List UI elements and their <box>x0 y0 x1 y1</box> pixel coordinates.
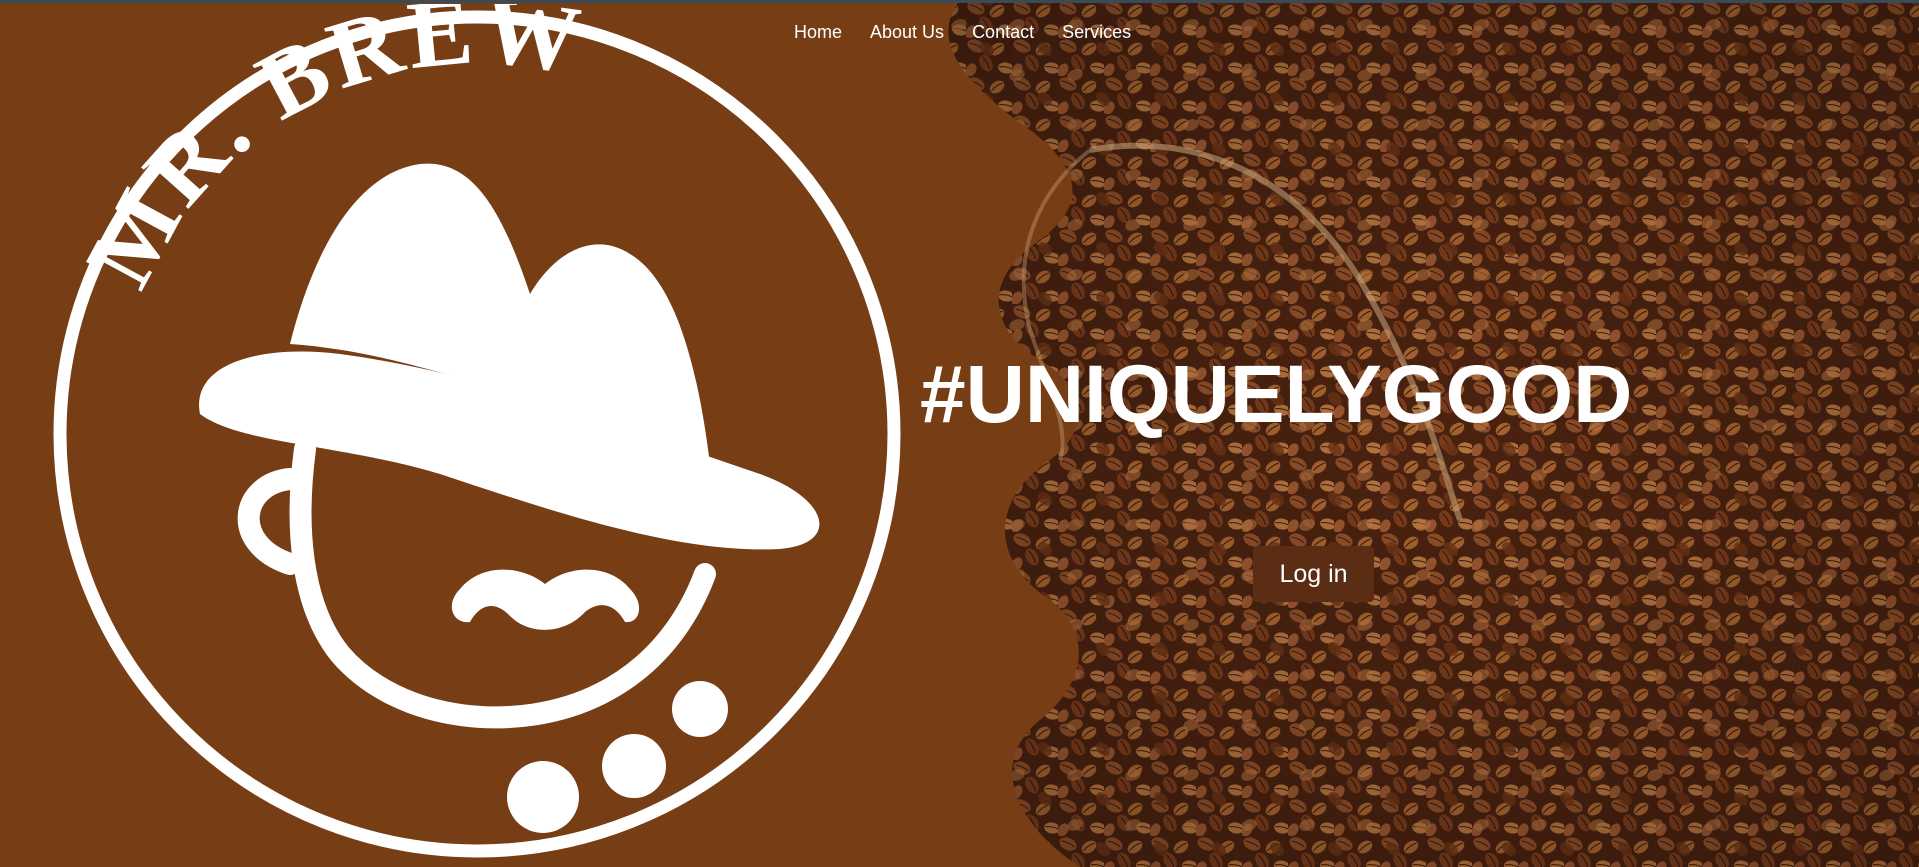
nav-contact-link[interactable]: Contact <box>958 18 1048 46</box>
nav-about-us-link[interactable]: About Us <box>856 18 958 46</box>
top-border <box>0 0 1919 3</box>
nav-home-link[interactable]: Home <box>780 18 856 46</box>
mr-brew-logo: MR. BREW <box>53 4 901 858</box>
hero-hashtag-heading: #UNIQUELYGOOD <box>920 349 1633 440</box>
login-button[interactable]: Log in <box>1253 546 1374 602</box>
landing-page: MR. BREW Home About Us Contact Services … <box>0 0 1919 867</box>
nav-services-link[interactable]: Services <box>1048 18 1145 46</box>
main-nav: Home About Us Contact Services <box>780 18 1145 46</box>
